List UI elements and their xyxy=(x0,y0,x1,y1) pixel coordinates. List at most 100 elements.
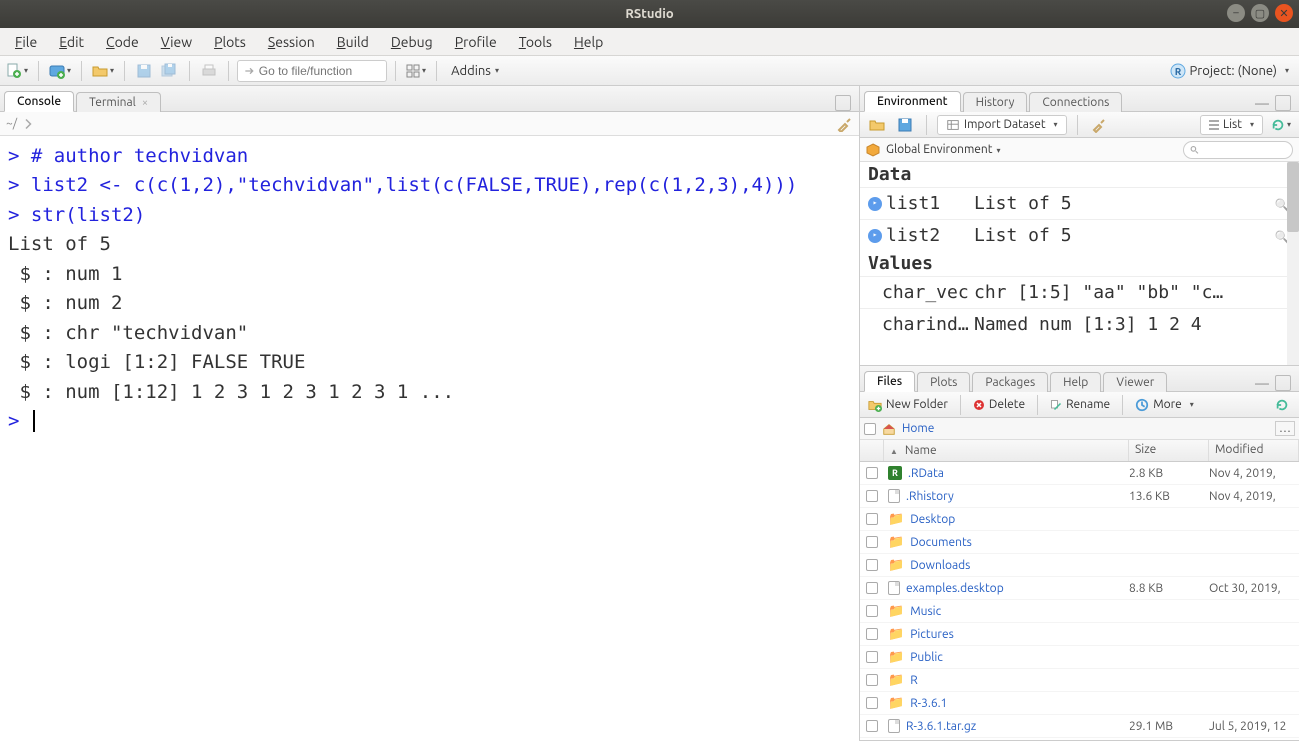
file-name[interactable]: .RData xyxy=(908,467,944,480)
open-file-button[interactable] xyxy=(90,60,116,82)
pane-window-icon[interactable] xyxy=(1275,95,1291,111)
file-checkbox[interactable] xyxy=(866,559,878,571)
file-name[interactable]: Pictures xyxy=(910,628,954,641)
env-save-button[interactable] xyxy=(894,114,916,136)
new-project-button[interactable] xyxy=(47,60,73,82)
scrollbar-thumb[interactable] xyxy=(1287,162,1299,232)
tab-packages[interactable]: Packages xyxy=(972,372,1048,392)
env-scope-dropdown[interactable]: Global Environment xyxy=(886,143,1001,156)
pane-window-icon[interactable] xyxy=(1275,375,1291,391)
pane-minimize-icon[interactable]: — xyxy=(1255,375,1269,391)
file-checkbox[interactable] xyxy=(866,490,878,502)
menu-build[interactable]: Build xyxy=(328,32,378,52)
file-checkbox[interactable] xyxy=(866,605,878,617)
addins-button[interactable]: Addins xyxy=(445,60,505,82)
print-button[interactable] xyxy=(198,60,220,82)
file-row[interactable]: .RData2.8 KBNov 4, 2019, xyxy=(860,462,1299,485)
col-name-header[interactable]: Name xyxy=(905,444,937,457)
env-refresh-button[interactable] xyxy=(1269,114,1293,136)
select-all-checkbox[interactable] xyxy=(864,423,876,435)
env-search-input[interactable] xyxy=(1183,141,1293,159)
file-checkbox[interactable] xyxy=(866,628,878,640)
rename-button[interactable]: Rename xyxy=(1048,394,1112,416)
file-row[interactable]: .Rhistory13.6 KBNov 4, 2019, xyxy=(860,485,1299,508)
tab-help[interactable]: Help xyxy=(1050,372,1101,392)
project-menu[interactable]: R Project: (None) xyxy=(1164,63,1295,79)
menu-debug[interactable]: Debug xyxy=(382,32,442,52)
env-clear-button[interactable] xyxy=(1088,114,1110,136)
pane-minimize-icon[interactable]: — xyxy=(1255,95,1269,111)
file-row[interactable]: Documents xyxy=(860,531,1299,554)
file-name[interactable]: Music xyxy=(910,605,941,618)
file-checkbox[interactable] xyxy=(866,674,878,686)
grid-button[interactable] xyxy=(404,60,428,82)
save-all-button[interactable] xyxy=(159,60,181,82)
file-checkbox[interactable] xyxy=(866,513,878,525)
files-listing[interactable]: Name Size Modified .RData2.8 KBNov 4, 20… xyxy=(860,440,1299,740)
pane-window-icon[interactable] xyxy=(835,95,851,111)
window-close-button[interactable]: ✕ xyxy=(1275,4,1293,22)
file-checkbox[interactable] xyxy=(866,582,878,594)
file-row[interactable]: Downloads xyxy=(860,554,1299,577)
file-name[interactable]: Desktop xyxy=(910,513,955,526)
file-checkbox[interactable] xyxy=(866,651,878,663)
more-button[interactable]: More xyxy=(1133,394,1196,416)
menu-code[interactable]: Code xyxy=(97,32,148,52)
tab-terminal[interactable]: Terminal× xyxy=(76,92,161,112)
breadcrumb-home[interactable]: Home xyxy=(902,422,934,435)
console-output[interactable]: > # author techvidvan > list2 <- c(c(1,2… xyxy=(0,136,859,741)
file-row[interactable]: Public xyxy=(860,646,1299,669)
env-view-mode[interactable]: List xyxy=(1200,115,1263,135)
scrollbar-track[interactable] xyxy=(1287,162,1299,365)
home-icon[interactable] xyxy=(882,422,896,436)
menu-file[interactable]: File xyxy=(6,32,46,52)
save-button[interactable] xyxy=(133,60,155,82)
new-file-button[interactable] xyxy=(4,60,30,82)
environment-listing[interactable]: Data list1List of 5list2List of 5 Values… xyxy=(860,162,1299,365)
file-name[interactable]: Public xyxy=(910,651,943,664)
file-row[interactable]: Pictures xyxy=(860,623,1299,646)
menu-profile[interactable]: Profile xyxy=(446,32,506,52)
file-row[interactable]: Music xyxy=(860,600,1299,623)
chevron-right-icon[interactable] xyxy=(23,118,35,130)
env-data-row[interactable]: list1List of 5 xyxy=(860,187,1299,219)
tab-connections[interactable]: Connections xyxy=(1029,92,1122,112)
tab-files[interactable]: Files xyxy=(864,371,915,392)
file-row[interactable]: Desktop xyxy=(860,508,1299,531)
tab-viewer[interactable]: Viewer xyxy=(1103,372,1167,392)
tab-history[interactable]: History xyxy=(963,92,1028,112)
col-modified-header[interactable]: Modified xyxy=(1209,440,1299,461)
file-checkbox[interactable] xyxy=(866,536,878,548)
file-name[interactable]: Documents xyxy=(910,536,972,549)
file-checkbox[interactable] xyxy=(866,467,878,479)
goto-file-function-input[interactable] xyxy=(237,60,387,82)
file-row[interactable]: examples.desktop8.8 KBOct 30, 2019, xyxy=(860,577,1299,600)
menu-plots[interactable]: Plots xyxy=(205,32,255,52)
menu-tools[interactable]: Tools xyxy=(510,32,561,52)
env-open-button[interactable] xyxy=(866,114,888,136)
col-size-header[interactable]: Size xyxy=(1129,440,1209,461)
menu-help[interactable]: Help xyxy=(565,32,612,52)
files-refresh-button[interactable] xyxy=(1271,394,1293,416)
env-value-row[interactable]: charind…Named num [1:3] 1 2 4 xyxy=(860,308,1299,340)
file-name[interactable]: R-3.6.1 xyxy=(910,697,947,710)
files-more-icon[interactable]: … xyxy=(1275,421,1295,436)
tab-environment[interactable]: Environment xyxy=(864,91,961,112)
delete-button[interactable]: Delete xyxy=(971,394,1027,416)
file-checkbox[interactable] xyxy=(866,697,878,709)
expand-icon[interactable] xyxy=(868,229,882,243)
expand-icon[interactable] xyxy=(868,197,882,211)
menu-edit[interactable]: Edit xyxy=(50,32,93,52)
file-name[interactable]: Downloads xyxy=(910,559,970,572)
file-name[interactable]: R-3.6.1.tar.gz xyxy=(906,720,976,733)
close-icon[interactable]: × xyxy=(142,97,148,109)
file-row[interactable]: R xyxy=(860,669,1299,692)
env-data-row[interactable]: list2List of 5 xyxy=(860,219,1299,251)
file-row[interactable]: R-3.6.1.tar.gz29.1 MBJul 5, 2019, 12 xyxy=(860,715,1299,738)
import-dataset-button[interactable]: Import Dataset xyxy=(937,115,1067,135)
env-value-row[interactable]: char_vecchr [1:5] "aa" "bb" "c… xyxy=(860,276,1299,308)
tab-console[interactable]: Console xyxy=(4,91,74,112)
file-name[interactable]: examples.desktop xyxy=(906,582,1004,595)
file-name[interactable]: R xyxy=(910,674,918,687)
menu-view[interactable]: View xyxy=(152,32,201,52)
